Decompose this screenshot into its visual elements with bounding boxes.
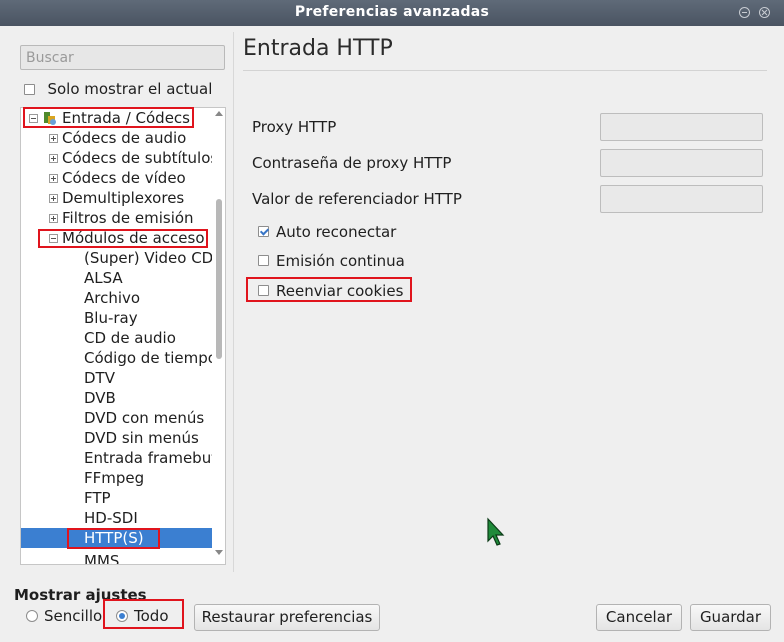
title-bar: Preferencias avanzadas — [0, 0, 784, 26]
referrer-field[interactable] — [600, 185, 763, 213]
reset-preferences-button[interactable]: Restaurar preferencias — [194, 604, 380, 631]
search-input[interactable]: Buscar — [20, 45, 225, 70]
tree-item-access-modules[interactable]: Módulos de acceso — [49, 228, 205, 248]
tree-item-module[interactable]: HD-SDI — [84, 508, 138, 528]
collapse-icon[interactable] — [49, 234, 58, 243]
tree-item-label: Demultiplexores — [62, 189, 185, 207]
tree-item-stream-filters[interactable]: Filtros de emisión — [49, 208, 194, 228]
tree-item-audio-codecs[interactable]: Códecs de audio — [49, 128, 186, 148]
simple-radio-label: Sencillo — [44, 606, 103, 625]
expand-icon[interactable] — [49, 174, 58, 183]
all-radio-label: Todo — [134, 606, 169, 625]
expand-icon[interactable] — [49, 194, 58, 203]
tree-item-module[interactable]: Archivo — [84, 288, 140, 308]
tree-item-module[interactable]: Entrada framebuffer — [84, 448, 225, 468]
tree-item-module[interactable]: DVD con menús — [84, 408, 204, 428]
all-radio-option[interactable]: Todo — [116, 606, 169, 625]
scroll-down-icon[interactable] — [215, 550, 223, 555]
expand-icon[interactable] — [49, 154, 58, 163]
auto-reconnect-label: Auto reconectar — [276, 222, 397, 241]
tree-item-module[interactable]: FFmpeg — [84, 468, 144, 488]
forward-cookies-label: Reenviar cookies — [276, 281, 404, 300]
tree-item-module[interactable]: (Super) Video CD — [84, 248, 213, 268]
tree-scroll-thumb[interactable] — [216, 199, 222, 359]
expand-icon[interactable] — [49, 134, 58, 143]
show-settings-label: Mostrar ajustes — [14, 586, 147, 604]
scroll-up-icon[interactable] — [215, 111, 223, 116]
only-current-label: Solo mostrar el actual — [47, 80, 213, 98]
only-current-checkbox[interactable] — [24, 83, 35, 95]
referrer-label: Valor de referenciador HTTP — [252, 190, 462, 208]
tree-item-module[interactable]: Código de tiempo — [84, 348, 217, 368]
proxy-password-label: Contraseña de proxy HTTP — [252, 154, 452, 172]
mouse-cursor-icon — [487, 517, 505, 546]
expand-icon[interactable] — [49, 214, 58, 223]
tree-item-label: Códecs de vídeo — [62, 169, 186, 187]
tree-item-label: Entrada / Códecs — [62, 109, 190, 127]
proxy-http-field[interactable] — [600, 113, 763, 141]
settings-tree[interactable]: Entrada / Códecs Códecs de audio Códecs … — [20, 107, 226, 565]
all-radio[interactable] — [116, 609, 128, 622]
tree-item-module[interactable]: MMS — [84, 548, 119, 564]
auto-reconnect-option[interactable]: Auto reconectar — [258, 222, 396, 241]
tree-item-demuxers[interactable]: Demultiplexores — [49, 188, 184, 208]
window-title: Preferencias avanzadas — [294, 4, 490, 20]
forward-cookies-checkbox[interactable] — [258, 285, 269, 296]
continuous-stream-option[interactable]: Emisión continua — [258, 251, 405, 270]
save-button[interactable]: Guardar — [690, 604, 771, 631]
tree-item-label: Módulos de acceso — [62, 229, 205, 247]
close-icon[interactable] — [759, 7, 770, 18]
simple-radio-option[interactable]: Sencillo — [26, 606, 102, 625]
minimize-icon[interactable] — [739, 7, 750, 18]
plugin-icon — [42, 111, 57, 126]
tree-item-video-codecs[interactable]: Códecs de vídeo — [49, 168, 186, 188]
tree-item-subtitle-codecs[interactable]: Códecs de subtítulos — [49, 148, 218, 168]
tree-item-module[interactable]: FTP — [84, 488, 111, 508]
tree-item-input-codecs[interactable]: Entrada / Códecs — [29, 108, 190, 128]
only-current-option[interactable]: Solo mostrar el actual — [24, 80, 212, 98]
proxy-http-label: Proxy HTTP — [252, 118, 337, 136]
collapse-icon[interactable] — [29, 114, 38, 123]
tree-item-module-selected[interactable]: HTTP(S) — [21, 528, 212, 548]
continuous-stream-checkbox[interactable] — [258, 255, 269, 266]
tree-item-label: Filtros de emisión — [62, 209, 194, 227]
tree-item-module[interactable]: DVB — [84, 388, 116, 408]
title-divider — [243, 70, 767, 71]
auto-reconnect-checkbox[interactable] — [258, 226, 269, 237]
panel-separator — [233, 32, 234, 572]
tree-item-module[interactable]: ALSA — [84, 268, 123, 288]
cancel-button[interactable]: Cancelar — [596, 604, 682, 631]
tree-item-module[interactable]: DTV — [84, 368, 115, 388]
tree-item-module[interactable]: DVD sin menús — [84, 428, 199, 448]
forward-cookies-option[interactable]: Reenviar cookies — [258, 281, 403, 300]
tree-item-label: Códecs de subtítulos — [62, 149, 219, 167]
continuous-stream-label: Emisión continua — [276, 251, 405, 270]
simple-radio[interactable] — [26, 609, 38, 622]
proxy-password-field[interactable] — [600, 149, 763, 177]
tree-item-module[interactable]: Blu-ray — [84, 308, 138, 328]
page-title: Entrada HTTP — [243, 36, 393, 61]
tree-item-label: Códecs de audio — [62, 129, 187, 147]
tree-item-module[interactable]: CD de audio — [84, 328, 176, 348]
